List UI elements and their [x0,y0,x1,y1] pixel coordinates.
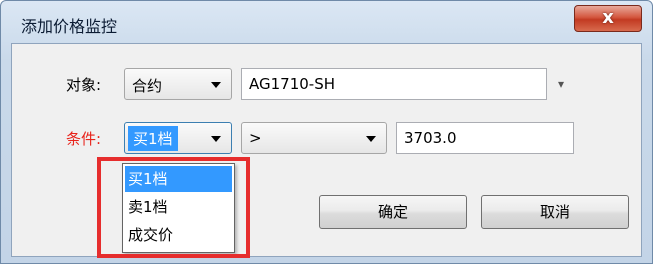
object-type-value: 合约 [132,77,163,95]
condition-label: 条件: [66,130,102,148]
contract-code-input[interactable]: AG1710-SH [241,68,547,100]
chevron-down-icon [366,136,376,142]
title-bar: 添加价格监控 x [1,1,652,43]
cancel-button[interactable]: 取消 [481,195,629,229]
condition-field-value: 买1档 [128,126,178,151]
price-value: 3703.0 [404,129,457,147]
chevron-down-icon [211,136,221,142]
dropdown-option-sell1[interactable]: 卖1档 [125,194,232,220]
operator-select[interactable]: > [241,122,387,154]
operator-value: > [249,129,262,147]
dialog-title: 添加价格监控 [21,17,118,36]
contract-code-value: AG1710-SH [249,75,336,93]
chevron-down-icon: ▾ [557,77,565,91]
object-label: 对象: [66,76,102,94]
condition-field-select[interactable]: 买1档 [124,122,232,154]
add-price-monitor-dialog: 添加价格监控 x 对象: 合约 AG1710-SH ▾ 条件: 买1档 > 37… [0,0,653,264]
close-icon: x [602,7,614,28]
price-input[interactable]: 3703.0 [396,122,574,154]
chevron-down-icon [211,82,221,88]
ok-button[interactable]: 确定 [319,195,467,229]
dropdown-option-last-price[interactable]: 成交价 [125,222,232,248]
close-button[interactable]: x [574,5,642,32]
dropdown-option-buy1[interactable]: 买1档 [125,166,232,192]
object-type-select[interactable]: 合约 [124,68,232,100]
condition-dropdown-list: 买1档 卖1档 成交价 [122,163,235,253]
contract-code-dropdown-button[interactable]: ▾ [550,68,572,100]
